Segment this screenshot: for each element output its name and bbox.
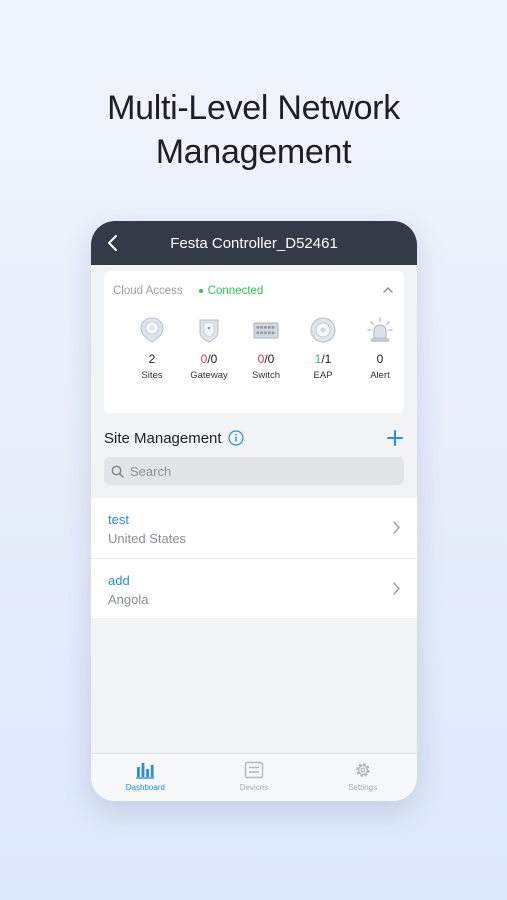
search-input[interactable] — [130, 463, 390, 479]
gateway-label: Gateway — [190, 370, 228, 381]
switch-count: 0/0 — [238, 352, 294, 366]
eap-total: /1 — [321, 352, 332, 366]
search-icon — [111, 465, 124, 478]
tab-bar: Dashboard Devices Settings — [91, 753, 417, 801]
info-icon[interactable] — [227, 430, 244, 446]
sites-label: Sites — [141, 370, 163, 381]
site-country: Angola — [108, 592, 149, 607]
alert-label: Alert — [370, 370, 390, 381]
stat-eap[interactable]: 1/1 EAP — [295, 316, 351, 381]
device-stats: 2 Sites 0/0 Gateway 0/0 Switch 1/1 EAP 0… — [104, 316, 404, 396]
devices-icon — [244, 761, 264, 779]
site-management-title: Site Management — [104, 429, 222, 447]
connection-status-text: Connected — [207, 285, 264, 297]
cloud-access-card: Cloud Access Connected 2 Sites 0/0 Gatew… — [104, 271, 404, 413]
eap-label: EAP — [313, 370, 333, 381]
chevron-up-icon[interactable] — [382, 284, 394, 296]
site-country: United States — [108, 531, 187, 546]
gateway-count: 0/0 — [181, 352, 237, 366]
gateway-total: /0 — [207, 352, 218, 366]
status-dot-icon — [198, 289, 203, 293]
phone-frame: Festa Controller_D52461 Cloud Access Con… — [91, 221, 417, 801]
alarm-light-icon — [367, 317, 393, 342]
tab-dashboard[interactable]: Dashboard — [91, 754, 200, 801]
page-title: Festa Controller_D52461 — [170, 234, 338, 252]
stat-switch[interactable]: 0/0 Switch — [238, 316, 294, 381]
hero-title-line1: Multi-Level Network — [107, 89, 400, 127]
back-arrow-icon[interactable] — [105, 233, 121, 253]
eap-count: 1/1 — [295, 352, 351, 366]
switch-label: Switch — [252, 370, 280, 381]
access-point-icon — [310, 317, 336, 343]
tab-devices-label: Devices — [239, 783, 269, 792]
alert-count: 0 — [376, 352, 384, 366]
site-name: add — [108, 573, 130, 588]
stat-gateway[interactable]: 0/0 Gateway — [181, 316, 237, 381]
hero-title: Multi-Level Network Management — [0, 86, 507, 174]
search-bar[interactable] — [104, 457, 404, 485]
switch-icon — [253, 322, 279, 339]
add-site-icon[interactable] — [386, 429, 404, 447]
list-item[interactable]: add Angola — [91, 558, 417, 618]
tab-devices[interactable]: Devices — [200, 754, 309, 801]
site-list: test United States add Angola — [91, 498, 417, 618]
tab-settings[interactable]: Settings — [308, 754, 417, 801]
bar-chart-icon — [136, 763, 155, 779]
switch-total: /0 — [264, 352, 275, 366]
tab-settings-label: Settings — [348, 783, 378, 792]
sites-icon — [140, 317, 164, 343]
gear-icon — [355, 763, 370, 777]
stat-sites[interactable]: 2 Sites — [124, 316, 180, 381]
hero-title-line2: Management — [155, 133, 352, 171]
list-item[interactable]: test United States — [91, 498, 417, 558]
nav-bar: Festa Controller_D52461 — [91, 221, 417, 265]
gateway-icon — [199, 319, 219, 343]
stat-alert[interactable]: 0 Alert — [352, 316, 408, 381]
site-name: test — [108, 512, 129, 527]
chevron-right-icon — [393, 582, 400, 595]
sites-count: 2 — [148, 352, 156, 366]
connection-status: Connected — [198, 285, 264, 297]
site-management-header: Site Management — [104, 428, 404, 448]
cloud-access-header: Cloud Access Connected — [113, 284, 394, 298]
chevron-right-icon — [393, 521, 400, 534]
cloud-access-label: Cloud Access — [113, 285, 183, 297]
tab-dashboard-label: Dashboard — [125, 783, 165, 792]
